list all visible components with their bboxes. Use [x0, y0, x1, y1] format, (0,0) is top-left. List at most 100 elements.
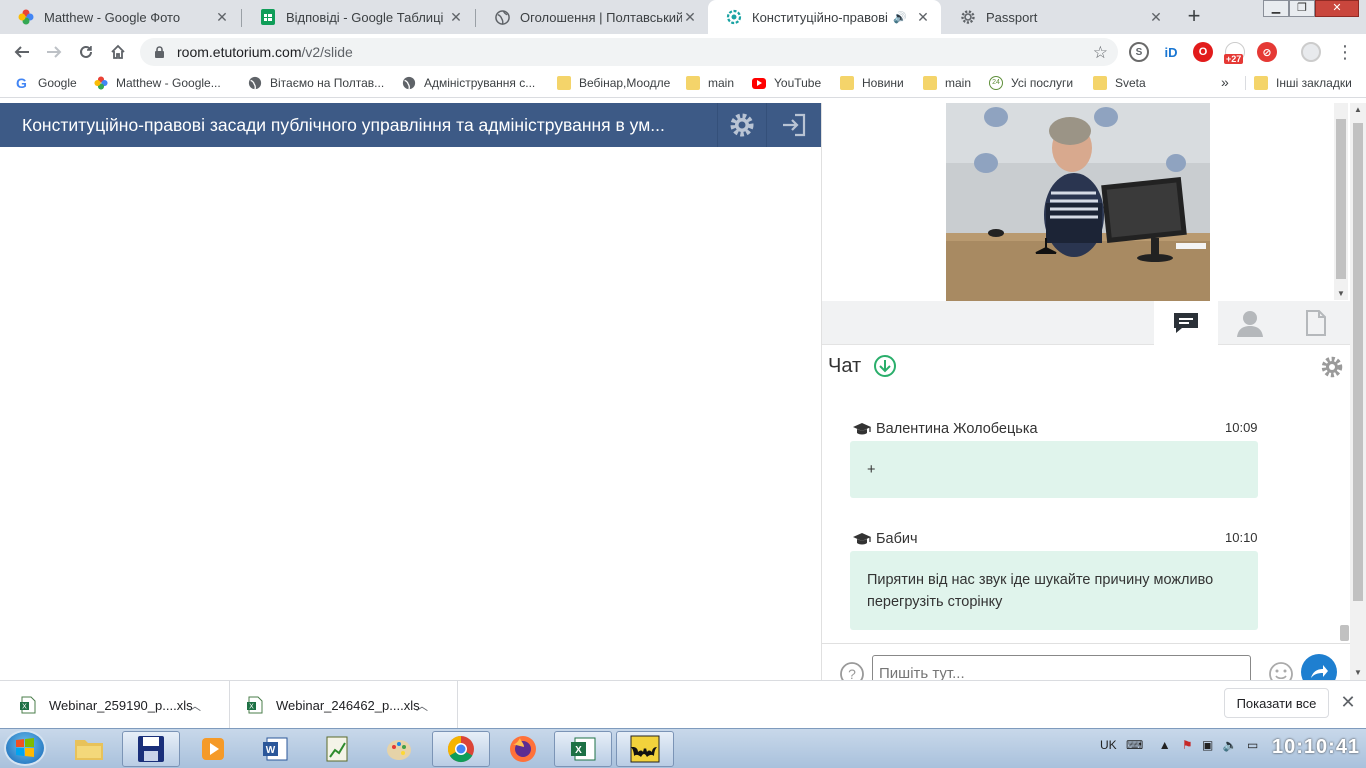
download-item[interactable]: X Webinar_246462_p....xls ︿ [230, 681, 458, 729]
security-alert-icon[interactable]: ⚑ [1182, 738, 1193, 752]
close-icon[interactable]: ✕ [448, 9, 464, 26]
taskbar-excel[interactable]: X [554, 731, 612, 767]
id-extension-icon[interactable]: iD [1161, 42, 1181, 62]
compass-extension-icon[interactable]: ⊘ [1257, 42, 1277, 62]
star-bookmark-icon[interactable]: ☆ [1093, 43, 1108, 63]
taskbar-firefox[interactable] [494, 731, 552, 767]
scroll-up-arrow-icon[interactable]: ▲ [1354, 105, 1362, 114]
taskbar-media-player[interactable] [184, 731, 242, 767]
scroll-down-arrow-icon[interactable]: ▼ [1337, 289, 1345, 298]
show-all-downloads-button[interactable]: Показати все [1224, 688, 1329, 718]
chat-settings-button[interactable] [1320, 355, 1344, 382]
audio-playing-icon[interactable]: 🔊 [893, 11, 907, 24]
tab-files[interactable] [1284, 301, 1348, 345]
notifications-extension-icon[interactable]: +27 [1224, 42, 1245, 64]
new-tab-button[interactable]: + [1180, 4, 1208, 30]
chevron-up-icon[interactable]: ︿ [189, 697, 201, 714]
chat-scrollbar-thumb[interactable] [1340, 625, 1349, 641]
share-arrow-icon [1311, 665, 1328, 678]
presenter-video[interactable] [946, 103, 1210, 301]
opera-vpn-icon[interactable]: O [1193, 42, 1213, 62]
taskbar-batman-app[interactable] [616, 731, 674, 767]
close-icon[interactable]: ✕ [915, 9, 931, 26]
bookmark-google[interactable]: G Google [16, 76, 77, 90]
taskbar-chrome[interactable] [432, 731, 490, 767]
help-icon[interactable]: ? [839, 661, 865, 680]
tab-chat[interactable] [1154, 301, 1218, 345]
close-icon[interactable]: ✕ [1148, 9, 1164, 26]
taskbar-word[interactable]: W [246, 731, 304, 767]
bookmark-youtube[interactable]: YouTube [752, 76, 821, 90]
tab-etutorium-active[interactable]: Конституційно-правові зас 🔊 ✕ [708, 0, 941, 34]
windows-start-button[interactable] [4, 730, 46, 766]
taskbar-paint[interactable] [370, 731, 428, 767]
bookmark-folder-main-2[interactable]: main [923, 76, 971, 90]
taskbar-explorer[interactable] [60, 731, 118, 767]
chat-input-row: ? [822, 643, 1350, 680]
profile-avatar[interactable] [1301, 42, 1321, 62]
folder-icon [686, 76, 700, 90]
chevron-up-icon[interactable]: ︿ [416, 697, 428, 714]
scroll-down-arrow-icon[interactable]: ▼ [1354, 668, 1362, 677]
bookmark-google-photos[interactable]: Matthew - Google... [94, 76, 221, 90]
scrollbar-thumb[interactable] [1336, 119, 1346, 279]
bookmark-admin[interactable]: Адміністрування с... [402, 76, 535, 90]
taskbar-spreadsheet-app[interactable] [308, 731, 366, 767]
forward-button[interactable] [42, 40, 66, 64]
bookmark-label: main [708, 76, 735, 90]
bookmark-folder-webinar[interactable]: Вебінар,Моодле [557, 76, 670, 90]
minimize-button[interactable]: ▁ [1263, 0, 1289, 17]
maximize-button[interactable]: ❐ [1289, 0, 1315, 17]
exit-button[interactable] [766, 103, 821, 147]
send-button[interactable] [1301, 654, 1337, 680]
settings-button[interactable] [717, 103, 765, 147]
home-icon [111, 44, 125, 59]
chat-message-input[interactable] [872, 655, 1251, 680]
language-indicator[interactable]: UK [1100, 738, 1117, 752]
taskbar-save-app[interactable] [122, 731, 180, 767]
download-filename: Webinar_246462_p....xls [276, 697, 420, 713]
reload-button[interactable] [74, 40, 98, 64]
taskbar-clock[interactable]: 10:10:41 [1272, 736, 1360, 759]
close-icon[interactable]: ✕ [682, 9, 698, 26]
bookmark-label: main [945, 76, 972, 90]
bookmark-folder-sveta[interactable]: Sveta [1093, 76, 1146, 90]
emoji-icon[interactable] [1268, 661, 1294, 680]
chevron-up-icon[interactable]: ▲ [1159, 738, 1171, 752]
bookmark-other-folder[interactable]: Інші закладки [1245, 76, 1352, 90]
window-close-button[interactable]: ✕ [1315, 0, 1359, 17]
bat-logo-icon [630, 735, 660, 763]
bookmark-folder-main[interactable]: main [686, 76, 734, 90]
tab-participants[interactable] [1218, 301, 1282, 345]
menu-kebab-icon[interactable]: ⋮ [1333, 40, 1357, 64]
download-item[interactable]: X Webinar_259190_p....xls ︿ [0, 681, 230, 729]
tab-passport[interactable]: Passport ✕ [942, 0, 1174, 34]
page-scrollbar[interactable]: ▲ ▼ [1350, 103, 1366, 680]
back-button[interactable] [10, 40, 34, 64]
bookmark-folder-news[interactable]: Новини [840, 76, 904, 90]
bookmark-poltava[interactable]: Вітаємо на Полтав... [248, 76, 384, 90]
download-arrow-icon[interactable] [873, 354, 897, 378]
excel-file-icon: X [20, 696, 36, 714]
keyboard-icon[interactable]: ⌨ [1126, 738, 1143, 752]
firefox-icon [510, 736, 536, 762]
tab-label: Matthew - Google Фото [44, 9, 181, 25]
paint-palette-icon [387, 740, 411, 760]
chat-title: Чат [828, 354, 862, 377]
video-scrollbar[interactable]: ▼ [1334, 103, 1348, 300]
volume-icon[interactable]: 🔈 [1223, 738, 1238, 752]
close-icon[interactable]: ✕ [214, 9, 230, 26]
home-button[interactable] [106, 40, 130, 64]
tab-google-sheets[interactable]: Відповіді - Google Таблиці ✕ [242, 0, 474, 34]
excel-file-icon: X [247, 696, 263, 714]
scrollbar-thumb[interactable] [1353, 123, 1363, 601]
battery-icon[interactable]: ▭ [1247, 738, 1258, 752]
skype-extension-icon[interactable]: S [1129, 42, 1149, 62]
bookmark-services[interactable]: 24 Усі послуги [989, 76, 1073, 90]
network-icon[interactable]: ▣ [1202, 738, 1213, 752]
tab-announcements[interactable]: Оголошення | Полтавський обл ✕ [476, 0, 708, 34]
bookmarks-overflow-button[interactable]: » [1221, 74, 1229, 90]
close-icon[interactable]: ✕ [1338, 692, 1358, 714]
address-bar[interactable]: room.etutorium.com/v2/slide ☆ [140, 38, 1118, 66]
tab-google-photos[interactable]: Matthew - Google Фото ✕ [0, 0, 240, 34]
